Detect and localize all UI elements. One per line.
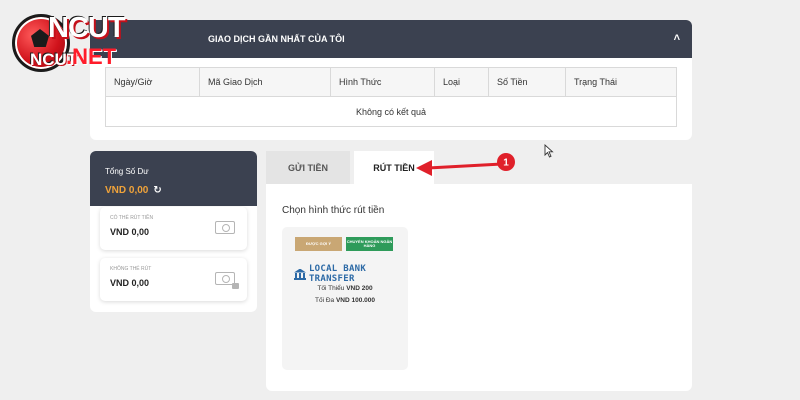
withdraw-method-title: Chọn hình thức rút tiền [282, 205, 385, 216]
total-balance-section: Tổng Số Dư VND 0,00 ↻ [90, 151, 257, 206]
local-bank-transfer-option[interactable]: ĐƯỢC GỢI Ý CHUYỂN KHOẢN NGÂN HÀNG LOCAL … [282, 227, 408, 370]
total-balance-amount: VND 0,00 [105, 185, 149, 196]
column-header-datetime[interactable]: Ngày/Giờ [106, 68, 200, 96]
annotation-step-number: 1 [503, 158, 509, 169]
column-header-type[interactable]: Loại [435, 68, 489, 96]
table-header-row: Ngày/Giờ Mã Giao Dịch Hình Thức Loại Số … [106, 68, 676, 97]
locked-balance-box: KHÔNG THỂ RÚT VND 0,00 [100, 258, 247, 301]
bank-transfer-badge: CHUYỂN KHOẢN NGÂN HÀNG [346, 237, 393, 251]
annotation-arrow: 1 [416, 153, 515, 176]
balance-card: Tổng Số Dư VND 0,00 ↻ CÓ THỂ RÚT TIỀN VN… [90, 151, 257, 312]
column-header-amount[interactable]: Số Tiền [489, 68, 566, 96]
tab-deposit[interactable]: GỬI TIỀN [266, 151, 350, 184]
min-limit-value: VND 200 [346, 285, 373, 292]
bank-icon [294, 268, 306, 280]
mouse-cursor-icon [544, 144, 554, 158]
transactions-table: Ngày/Giờ Mã Giao Dịch Hình Thức Loại Số … [105, 67, 677, 127]
site-logo[interactable]: NCUT NCUT .NET [8, 6, 126, 82]
recommended-badge: ĐƯỢC GỢI Ý [295, 237, 342, 251]
annotation-arrow-line [427, 162, 503, 170]
money-lock-icon [215, 272, 239, 289]
recent-transactions-title: GIAO DỊCH GẦN NHẤT CỦA TÔI [208, 34, 345, 44]
logo-domain: .NET [66, 44, 117, 69]
recent-transactions-header[interactable]: GIAO DỊCH GẦN NHẤT CỦA TÔI ˄ [90, 20, 692, 58]
min-limit-label: Tối Thiểu [317, 285, 345, 292]
chevron-up-icon[interactable]: ˄ [674, 32, 680, 44]
empty-results-text: Không có kết quả [355, 106, 427, 117]
bank-logo: LOCAL BANK TRANSFER [294, 264, 408, 284]
max-limit-label: Tối Đa [315, 297, 335, 304]
column-header-status[interactable]: Trạng Thái [566, 68, 676, 96]
logo-text: NCUT [48, 12, 126, 44]
refresh-icon[interactable]: ↻ [153, 185, 161, 196]
min-limit: Tối Thiểu VND 200 [282, 285, 408, 292]
total-balance-value: VND 0,00 ↻ [105, 185, 257, 196]
recent-transactions-card: GIAO DỊCH GẦN NHẤT CỦA TÔI ˄ Ngày/Giờ Mã… [90, 20, 692, 140]
column-header-transaction-id[interactable]: Mã Giao Dịch [200, 68, 331, 96]
column-header-method[interactable]: Hình Thức [331, 68, 435, 96]
withdraw-panel: Chọn hình thức rút tiền ĐƯỢC GỢI Ý CHUYỂ… [266, 184, 692, 391]
bank-method-name: LOCAL BANK TRANSFER [308, 264, 367, 284]
total-balance-label: Tổng Số Dư [105, 167, 149, 176]
annotation-arrow-head [416, 160, 432, 176]
max-limit: Tối Đa VND 100.000 [282, 297, 408, 304]
max-limit-value: VND 100.000 [335, 297, 375, 304]
money-icon [215, 221, 235, 234]
withdrawable-balance-box: CÓ THỂ RÚT TIỀN VND 0,00 [100, 207, 247, 250]
